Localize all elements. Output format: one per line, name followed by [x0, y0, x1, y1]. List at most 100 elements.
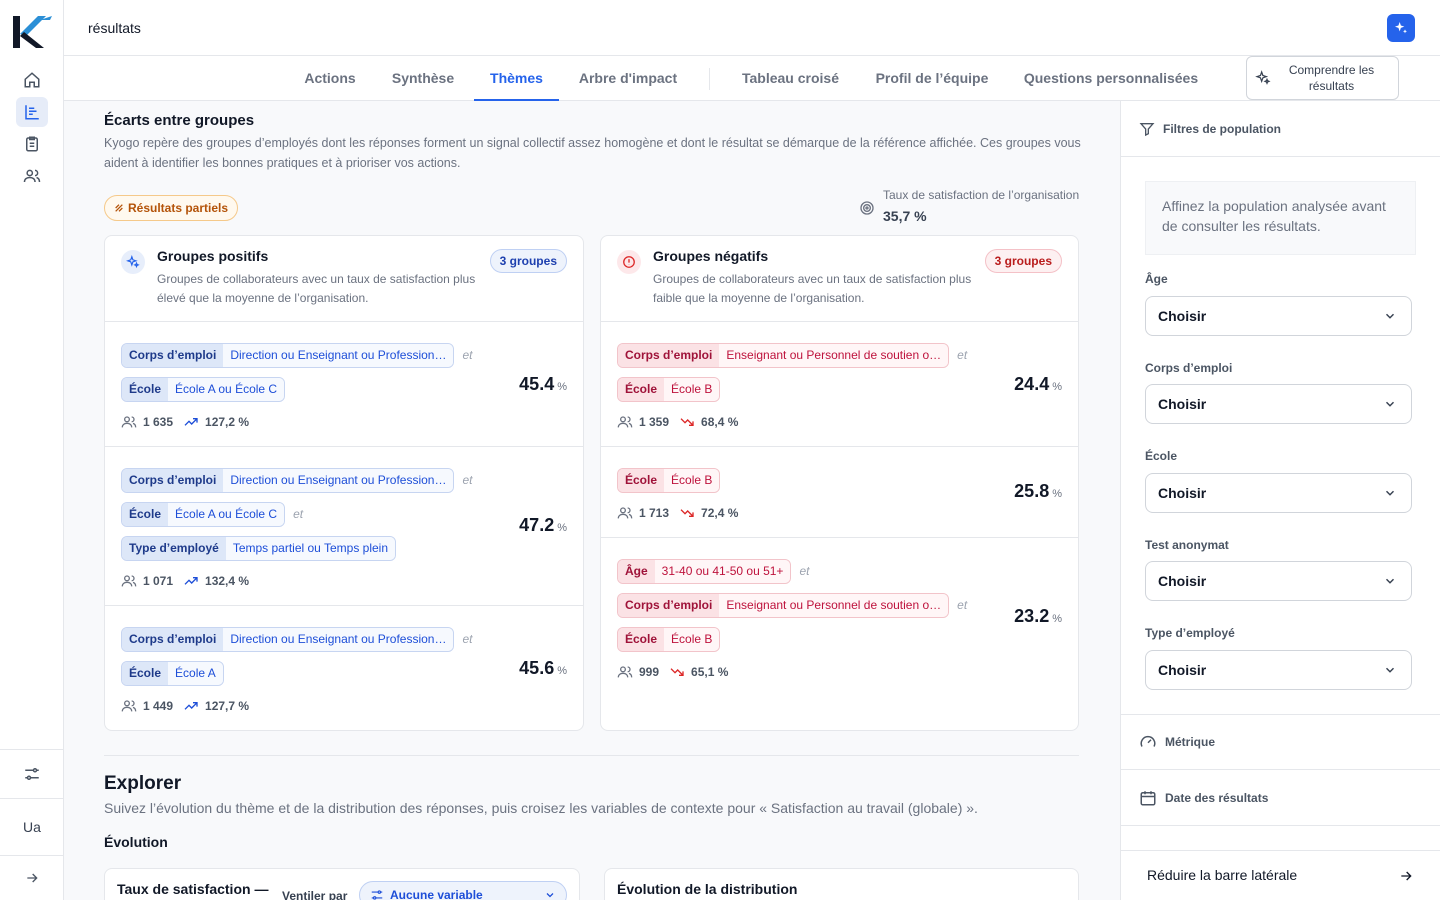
score-unit: % — [1052, 488, 1062, 500]
kyogo-logo[interactable] — [10, 14, 54, 50]
tab-arbre-impact[interactable]: Arbre d'impact — [569, 56, 687, 101]
respondent-count: 1 071 — [143, 574, 174, 588]
tag-value: Direction ou Enseignant ou Profession… — [223, 343, 454, 367]
trend-up-icon — [184, 577, 198, 585]
conjunction: et — [462, 632, 473, 646]
breakdown-select[interactable]: Aucune variable — [359, 881, 567, 900]
select-value: Choisir — [1158, 662, 1207, 678]
tab-separator — [709, 68, 710, 90]
tab-tableau-croise[interactable]: Tableau croisé — [732, 56, 849, 101]
respondent-count: 999 — [639, 665, 660, 679]
user-avatar[interactable]: Ua — [16, 812, 48, 842]
section-description: Kyogo repère des groupes d’employés dont… — [104, 136, 1081, 170]
tag-key: Corps d’emploi — [122, 627, 224, 651]
alert-icon — [617, 250, 641, 274]
understand-results-button[interactable]: Comprendre les résultats — [1246, 56, 1399, 100]
filter-tag: École École A ou École C — [121, 376, 286, 402]
tag-value: Direction ou Enseignant ou Profession… — [223, 468, 454, 492]
score-unit: % — [557, 381, 567, 393]
score-value: 47.2 — [519, 515, 555, 535]
users-icon — [121, 700, 137, 712]
conjunction: et — [462, 348, 473, 362]
tag-value: École B — [664, 468, 720, 492]
tab-actions[interactable]: Actions — [288, 56, 372, 101]
conjunction: et — [799, 564, 810, 578]
tab-profil-equipe[interactable]: Profil de l’équipe — [865, 56, 999, 101]
group-stats: 1 071 132,4 % — [121, 572, 249, 590]
tag-key: École — [618, 468, 665, 492]
filter-label-age: Âge — [1145, 272, 1168, 286]
distribution-panel-title: Évolution de la distribution — [617, 881, 798, 897]
group-score: 47.2% — [519, 515, 567, 536]
tag-key: Corps d’emploi — [122, 468, 224, 492]
main-content: Écarts entre groupes Kyogo repère des gr… — [64, 101, 1120, 900]
tab-bar: Actions Synthèse Thèmes Arbre d'impact T… — [64, 56, 1440, 101]
filter-tag: École École B — [617, 467, 721, 493]
positive-group-row[interactable]: Corps d’emploi Direction ou Enseignant ou… — [105, 322, 583, 447]
positive-group-row[interactable]: Corps d’emploi Direction ou Enseignant ou… — [105, 447, 583, 606]
filter-select-corps-emploi[interactable]: Choisir — [1145, 384, 1412, 424]
conjunction: et — [462, 473, 473, 487]
tab-questions-personnalisees[interactable]: Questions personnalisées — [1015, 56, 1207, 101]
users-icon — [617, 416, 633, 428]
group-score: 45.6% — [519, 658, 567, 679]
tag-value: École B — [664, 377, 720, 401]
filter-select-test-anonymat[interactable]: Choisir — [1145, 561, 1412, 601]
ai-sparkle-button[interactable] — [1387, 14, 1415, 42]
filter-row: École École B — [617, 467, 721, 493]
select-value: Choisir — [1158, 485, 1207, 501]
sparkle-icon — [121, 250, 145, 274]
home-icon[interactable] — [16, 65, 48, 95]
score-value: 23.2 — [1014, 606, 1050, 626]
metric-section[interactable]: Métrique — [1121, 714, 1440, 770]
negative-group-row[interactable]: Corps d’emploi Enseignant ou Personnel de… — [601, 322, 1078, 447]
tag-value: Enseignant ou Personnel de soutien o… — [719, 593, 949, 617]
tag-key: École — [618, 377, 665, 401]
conjunction: et — [957, 348, 968, 362]
tag-value: Enseignant ou Personnel de soutien o… — [719, 343, 949, 367]
clipboard-icon[interactable] — [16, 129, 48, 159]
tag-value: École A ou École C — [168, 377, 285, 401]
org-satisfaction-value: 35,7 % — [883, 208, 927, 224]
tag-key: Corps d’emploi — [122, 343, 224, 367]
filter-select-age[interactable]: Choisir — [1145, 296, 1412, 336]
filter-select-ecole[interactable]: Choisir — [1145, 473, 1412, 513]
positive-count-badge: 3 groupes — [489, 249, 567, 273]
tab-themes[interactable]: Thèmes — [474, 56, 559, 101]
trend-down-icon — [670, 668, 684, 676]
users-icon[interactable] — [16, 161, 48, 191]
negative-group-row[interactable]: Âge 31-40 ou 41-50 ou 51+ et Corps d’emplo… — [601, 538, 1078, 698]
arrow-right-icon[interactable] — [1398, 868, 1414, 884]
tag-value: École B — [664, 627, 720, 651]
metric-title: Métrique — [1165, 735, 1216, 749]
settings-sliders-icon[interactable] — [16, 759, 48, 789]
filter-tag: Corps d’emploi Enseignant ou Personnel de… — [617, 592, 950, 618]
tag-value: 31-40 ou 41-50 ou 51+ — [654, 559, 791, 583]
population-filters-header[interactable]: Filtres de population — [1121, 101, 1440, 157]
chevron-down-icon — [1385, 490, 1395, 496]
relative-percent: 127,7 % — [205, 699, 250, 713]
negative-group-row[interactable]: École École B 1 713 72,4 % 25.8% — [601, 447, 1078, 538]
trend-up-icon — [184, 418, 198, 426]
positive-group-row[interactable]: Corps d’emploi Direction ou Enseignant ou… — [105, 606, 583, 730]
score-unit: % — [557, 522, 567, 534]
trend-down-icon — [680, 509, 694, 517]
group-score: 23.2% — [1014, 606, 1062, 627]
divider — [104, 755, 1079, 756]
filter-row: École École B — [617, 376, 721, 402]
filter-tag: École École B — [617, 626, 721, 652]
group-stats: 999 65,1 % — [617, 663, 728, 681]
conjunction: et — [293, 507, 304, 521]
score-value: 25.8 — [1014, 481, 1050, 501]
expand-arrow-icon[interactable] — [16, 863, 48, 893]
positive-card-header: Groupes positifs Groupes de collaborateu… — [105, 236, 583, 322]
tag-value: Direction ou Enseignant ou Profession… — [223, 627, 454, 651]
date-section[interactable]: Date des résultats — [1121, 770, 1440, 826]
tab-synthese[interactable]: Synthèse — [382, 56, 464, 101]
results-chart-icon[interactable] — [16, 97, 48, 127]
divider — [1121, 850, 1440, 851]
filter-select-type-employe[interactable]: Choisir — [1145, 650, 1412, 690]
collapse-sidebar-link[interactable]: Réduire la barre latérale — [1147, 867, 1297, 883]
users-icon — [121, 575, 137, 587]
sliders-icon — [371, 890, 383, 900]
